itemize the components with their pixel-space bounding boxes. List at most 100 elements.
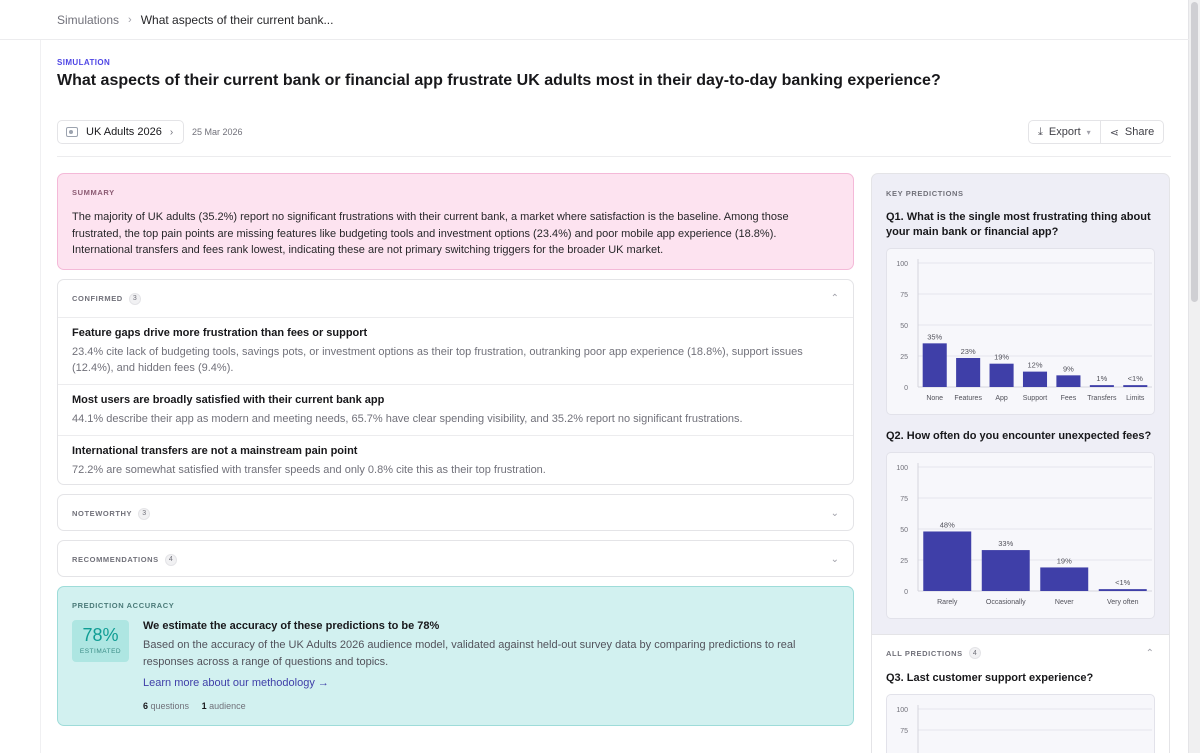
questions-count: 6	[143, 701, 149, 711]
data-label: 9%	[1063, 364, 1074, 373]
accuracy-meta: 6 questions 1 audience	[143, 701, 246, 711]
chevron-down-icon[interactable]: ⌄	[831, 554, 839, 565]
bar	[1040, 567, 1089, 591]
export-button[interactable]: ⤓ Export ▾	[1029, 121, 1100, 143]
data-label: 48%	[940, 520, 955, 529]
chevron-up-icon[interactable]: ⌃	[1146, 648, 1154, 659]
finding-item: Feature gaps drive more frustration than…	[58, 317, 853, 384]
x-tick-label: Rarely	[937, 599, 958, 606]
finding-title: Most users are broadly satisfied with th…	[72, 394, 385, 406]
x-tick-label: Fees	[1061, 395, 1077, 402]
accuracy-badge: 78% ESTIMATED	[72, 620, 129, 662]
key-predictions-label: KEY PREDICTIONS	[886, 189, 964, 198]
bar	[922, 343, 947, 387]
x-tick-label: Features	[954, 395, 982, 402]
summary-text: The majority of UK adults (35.2%) report…	[72, 211, 789, 256]
y-tick-label: 25	[900, 558, 908, 565]
share-icon: ⋖	[1109, 126, 1119, 139]
y-tick-label: 75	[900, 496, 908, 503]
x-tick-label: Limits	[1126, 395, 1145, 402]
all-predictions-section: ALL PREDICTIONS 4 ⌃ Q3. Last customer su…	[872, 634, 1169, 753]
data-label: 12%	[1027, 361, 1042, 370]
finding-title: Feature gaps drive more frustration than…	[72, 327, 368, 339]
confirmed-section: CONFIRMED 3 ⌃ Feature gaps drive more fr…	[57, 279, 854, 485]
finding-item: International transfers are not a mainst…	[58, 435, 853, 485]
bar	[1089, 385, 1114, 387]
data-label: 33%	[998, 539, 1013, 548]
simulation-date: 25 Mar 2026	[192, 127, 243, 137]
question-title-q3: Q3. Last customer support experience?	[886, 672, 1094, 684]
breadcrumb-current: What aspects of their current bank...	[140, 12, 334, 27]
noteworthy-section[interactable]: NOTEWORTHY 3 ⌄	[57, 494, 854, 531]
breadcrumb-simulations[interactable]: Simulations	[57, 13, 119, 27]
noteworthy-label: NOTEWORTHY	[72, 509, 133, 518]
chevron-up-icon[interactable]: ⌃	[831, 293, 839, 304]
bar	[981, 550, 1030, 591]
x-tick-label: App	[995, 395, 1008, 402]
export-label: Export	[1048, 126, 1081, 138]
sidebar-divider	[40, 40, 41, 753]
all-predictions-count: 4	[968, 647, 981, 659]
recommendations-label: RECOMMENDATIONS	[72, 555, 159, 564]
x-tick-label: Support	[1023, 395, 1048, 402]
audience-label: UK Adults 2026	[86, 126, 162, 138]
confirmed-label: CONFIRMED	[72, 294, 123, 303]
accuracy-text: Based on the accuracy of the UK Adults 2…	[143, 639, 796, 668]
y-tick-label: 50	[900, 323, 908, 330]
recommendations-count: 4	[164, 553, 177, 566]
recommendations-section[interactable]: RECOMMENDATIONS 4 ⌄	[57, 540, 854, 577]
accuracy-value: 78%	[82, 625, 119, 645]
y-tick-label: 100	[896, 465, 908, 472]
audience-count-label: audience	[209, 701, 246, 711]
data-label: 23%	[961, 347, 976, 356]
finding-text: 44.1% describe their app as modern and m…	[72, 413, 743, 425]
accuracy-card: PREDICTION ACCURACY 78% ESTIMATED We est…	[57, 586, 854, 726]
chevron-right-icon: ›	[128, 13, 132, 26]
share-label: Share	[1124, 126, 1155, 138]
confirmed-header[interactable]: CONFIRMED 3 ⌃	[58, 280, 853, 317]
bar	[1022, 371, 1048, 387]
y-tick-label: 75	[900, 292, 908, 299]
data-label: 35%	[927, 332, 942, 341]
scrollbar-thumb[interactable]	[1191, 2, 1198, 302]
question-title-q2: Q2. How often do you encounter unexpecte…	[886, 430, 1152, 442]
chart-q2-svg: 0 25 50 75 100 48% Rarely 33% Occasionally 19% Nev…	[896, 463, 1152, 606]
chart-q2: 0 25 50 75 100 48% Rarely 33% Occasionally 19% Nev…	[886, 452, 1155, 619]
accuracy-estimated: ESTIMATED	[79, 648, 122, 655]
action-group: ⤓ Export ▾ ⋖ Share	[1028, 120, 1165, 144]
page-eyebrow: SIMULATION	[57, 58, 111, 67]
recommendations-header[interactable]: RECOMMENDATIONS 4 ⌄	[58, 541, 853, 578]
summary-label: SUMMARY	[72, 188, 115, 197]
bar	[956, 357, 981, 387]
question-title-q1: Q1. What is the single most frustrating …	[886, 211, 1151, 238]
x-tick-label: Occasionally	[986, 599, 1026, 606]
y-tick-label: 0	[904, 589, 908, 596]
confirmed-count: 3	[128, 292, 141, 305]
audience-icon	[66, 127, 78, 137]
y-tick-label: 50	[900, 527, 908, 534]
chevron-down-icon[interactable]: ⌄	[831, 508, 839, 519]
chart-q1-svg: 0 25 50 75 100 35% None 23% Features 19% App 12% Sup…	[896, 259, 1152, 402]
share-button[interactable]: ⋖ Share	[1099, 121, 1164, 143]
finding-text: 23.4% cite lack of budgeting tools, savi…	[72, 346, 803, 374]
download-icon: ⤓	[1038, 125, 1043, 138]
audience-selector[interactable]: UK Adults 2026 ›	[57, 120, 184, 144]
all-predictions-header[interactable]: ALL PREDICTIONS 4 ⌃	[886, 647, 1154, 659]
noteworthy-count: 3	[138, 507, 151, 520]
bar	[1123, 385, 1148, 387]
y-tick-label: 25	[900, 354, 908, 361]
header-divider	[57, 156, 1171, 157]
audience-count: 1	[201, 701, 207, 711]
noteworthy-header[interactable]: NOTEWORTHY 3 ⌄	[58, 495, 853, 532]
all-predictions-label: ALL PREDICTIONS	[886, 648, 963, 658]
y-tick-label: 0	[904, 385, 908, 392]
methodology-link[interactable]: Learn more about our methodology →	[143, 677, 329, 689]
bar	[923, 531, 972, 591]
chart-q3: 75 100	[886, 694, 1155, 753]
data-label: <1%	[1115, 578, 1131, 587]
accuracy-title: We estimate the accuracy of these predic…	[143, 620, 440, 632]
y-tick-label: 75	[900, 728, 908, 735]
x-tick-label: None	[926, 395, 943, 402]
chart-q1: 0 25 50 75 100 35% None 23% Features 19% App 12% Sup…	[886, 248, 1155, 415]
data-label: 19%	[1057, 556, 1072, 565]
